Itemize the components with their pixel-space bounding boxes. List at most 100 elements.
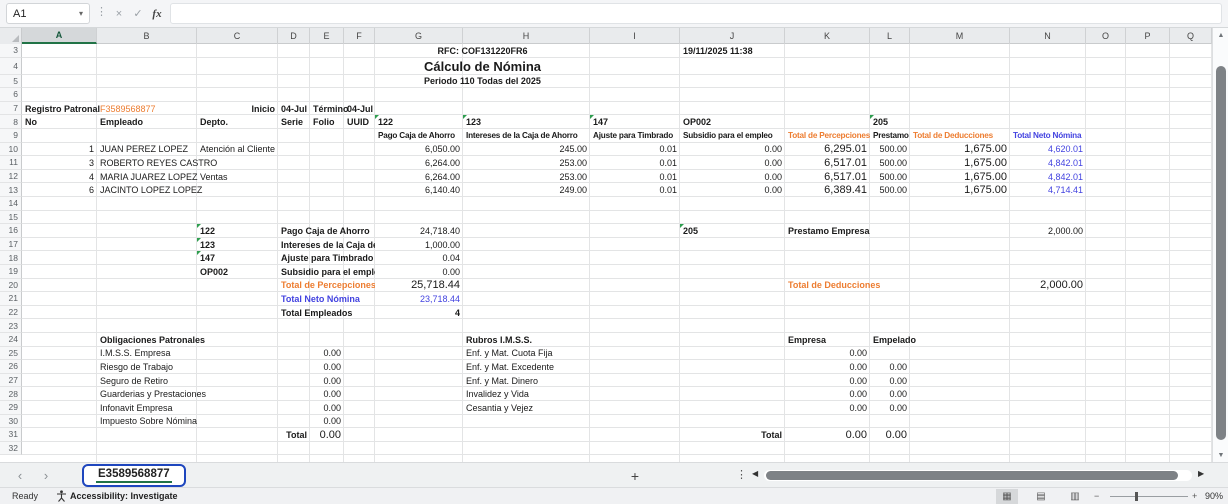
cell-M12[interactable]: 1,675.00	[910, 170, 1010, 184]
cell-G12[interactable]: 6,264.00	[375, 170, 463, 184]
cell-D21[interactable]: Total Neto Nómina	[278, 292, 375, 306]
cell-H25[interactable]: Enf. y Mat. Cuota Fija	[463, 347, 590, 361]
sheet-tab-active[interactable]: E3589568877	[82, 464, 186, 487]
cell-L11[interactable]: 500.00	[870, 156, 910, 170]
row-header-26[interactable]: 26	[0, 360, 22, 374]
cell-E8[interactable]: Folio	[310, 115, 344, 129]
cell-E29[interactable]: 0.00	[310, 401, 344, 415]
row-header-7[interactable]: 7	[0, 101, 22, 116]
cell-J10[interactable]: 0.00	[680, 143, 785, 157]
vertical-scrollbar-thumb[interactable]	[1216, 66, 1226, 440]
cell-G9[interactable]: Pago Caja de Ahorro	[375, 129, 463, 143]
cell-L24[interactable]: Empelado	[870, 333, 916, 347]
cell-G20[interactable]: 25,718.44	[375, 279, 463, 293]
row-header-11[interactable]: 11	[0, 156, 22, 170]
row-header-9[interactable]: 9	[0, 129, 22, 143]
cell-G10[interactable]: 6,050.00	[375, 143, 463, 157]
cell-K25[interactable]: 0.00	[785, 347, 870, 361]
cell-N9[interactable]: Total Neto Nómina	[1010, 129, 1086, 143]
cell-G11[interactable]: 6,264.00	[375, 156, 463, 170]
cell-N12[interactable]: 4,842.01	[1010, 170, 1086, 184]
cell-L28[interactable]: 0.00	[870, 387, 910, 401]
cell-G18[interactable]: 0.04	[375, 251, 463, 265]
cancel-button[interactable]: ×	[110, 4, 128, 23]
cell-E31[interactable]: 0.00	[310, 428, 344, 442]
column-header-P[interactable]: P	[1126, 28, 1170, 44]
formula-bar-drag-dots-icon[interactable]: ⋮	[96, 5, 107, 18]
cell-C16[interactable]: 122	[197, 224, 278, 238]
row-header-29[interactable]: 29	[0, 401, 22, 415]
cell-K28[interactable]: 0.00	[785, 387, 870, 401]
cell-N16[interactable]: 2,000.00	[1010, 224, 1086, 238]
cell-H10[interactable]: 245.00	[463, 143, 590, 157]
cell-M13[interactable]: 1,675.00	[910, 183, 1010, 197]
row-header-4[interactable]: 4	[0, 57, 22, 75]
cell-C18[interactable]: 147	[197, 251, 278, 265]
horizontal-scrollbar-thumb[interactable]	[766, 471, 1178, 480]
cell-L9[interactable]: Prestamo Empresa	[870, 129, 910, 143]
row-header-13[interactable]: 13	[0, 183, 22, 197]
row-header-23[interactable]: 23	[0, 319, 22, 333]
scroll-up-icon[interactable]: ▲	[1213, 28, 1228, 42]
cell-I8[interactable]: 147	[590, 115, 680, 129]
cell-N10[interactable]: 4,620.01	[1010, 143, 1086, 157]
zoom-level[interactable]: 90%	[1205, 491, 1223, 501]
column-header-B[interactable]: B	[97, 28, 197, 44]
cell-H27[interactable]: Enf. y Mat. Dinero	[463, 374, 590, 388]
row-header-18[interactable]: 18	[0, 251, 22, 265]
column-header-K[interactable]: K	[785, 28, 870, 44]
add-sheet-button[interactable]: +	[622, 463, 648, 488]
cell-K13[interactable]: 6,389.41	[785, 183, 870, 197]
cell-N13[interactable]: 4,714.41	[1010, 183, 1086, 197]
zoom-slider[interactable]	[1110, 496, 1188, 497]
cell-B25[interactable]: I.M.S.S. Empresa	[97, 347, 197, 361]
cell-B30[interactable]: Impuesto Sobre Nómina	[97, 415, 197, 429]
cell-K31[interactable]: 0.00	[785, 428, 870, 442]
cell-H26[interactable]: Enf. y Mat. Excedente	[463, 360, 590, 374]
row-header-27[interactable]: 27	[0, 373, 22, 388]
column-header-H[interactable]: H	[463, 28, 590, 44]
row-header-17[interactable]: 17	[0, 237, 22, 252]
row-header-28[interactable]: 28	[0, 387, 22, 401]
scroll-left-icon[interactable]: ◀	[752, 469, 758, 478]
cell-G19[interactable]: 0.00	[375, 265, 463, 279]
chevron-down-icon[interactable]: ▾	[79, 9, 83, 18]
column-header-L[interactable]: L	[870, 28, 910, 44]
cell-A13[interactable]: 6	[22, 183, 97, 197]
cell-K29[interactable]: 0.00	[785, 401, 870, 415]
cell-A10[interactable]: 1	[22, 143, 97, 157]
cell-C10[interactable]: Atención al Cliente	[197, 143, 278, 157]
cell-J12[interactable]: 0.00	[680, 170, 785, 184]
column-header-E[interactable]: E	[310, 28, 344, 44]
cell-H8[interactable]: 123	[463, 115, 590, 129]
cell-E27[interactable]: 0.00	[310, 374, 344, 388]
cell-H9[interactable]: Intereses de la Caja de Ahorro	[463, 129, 590, 143]
row-header-6[interactable]: 6	[0, 88, 22, 102]
cell-H13[interactable]: 249.00	[463, 183, 590, 197]
cell-B10[interactable]: JUAN PEREZ LOPEZ	[97, 143, 197, 157]
cell-L29[interactable]: 0.00	[870, 401, 910, 415]
tab-splitter-dots-icon[interactable]: ⋮	[736, 468, 747, 481]
insert-function-button[interactable]: fx	[148, 4, 166, 23]
column-header-O[interactable]: O	[1086, 28, 1126, 44]
cell-K24[interactable]: Empresa	[785, 333, 870, 347]
cell-I13[interactable]: 0.01	[590, 183, 680, 197]
cell-K26[interactable]: 0.00	[785, 360, 870, 374]
cell-K9[interactable]: Total de Percepciones	[785, 129, 870, 143]
scroll-down-icon[interactable]: ▼	[1213, 448, 1228, 462]
cell-L12[interactable]: 500.00	[870, 170, 910, 184]
cell-G13[interactable]: 6,140.40	[375, 183, 463, 197]
cell-D17[interactable]: Intereses de la Caja de Ahorro	[278, 238, 375, 252]
cell-L26[interactable]: 0.00	[870, 360, 910, 374]
zoom-in-button[interactable]: +	[1192, 491, 1197, 501]
row-header-24[interactable]: 24	[0, 333, 22, 347]
row-header-15[interactable]: 15	[0, 210, 22, 225]
cell-N20[interactable]: 2,000.00	[1010, 279, 1086, 293]
cell-B27[interactable]: Seguro de Retiro	[97, 374, 197, 388]
row-header-14[interactable]: 14	[0, 197, 22, 211]
cell-C12[interactable]: Ventas	[197, 170, 278, 184]
cell-B29[interactable]: Infonavit Empresa	[97, 401, 197, 415]
cell-K16[interactable]: Prestamo Empresa	[785, 224, 910, 238]
cell-D31[interactable]: Total	[278, 428, 310, 442]
cell-E7[interactable]: Término	[310, 102, 349, 116]
